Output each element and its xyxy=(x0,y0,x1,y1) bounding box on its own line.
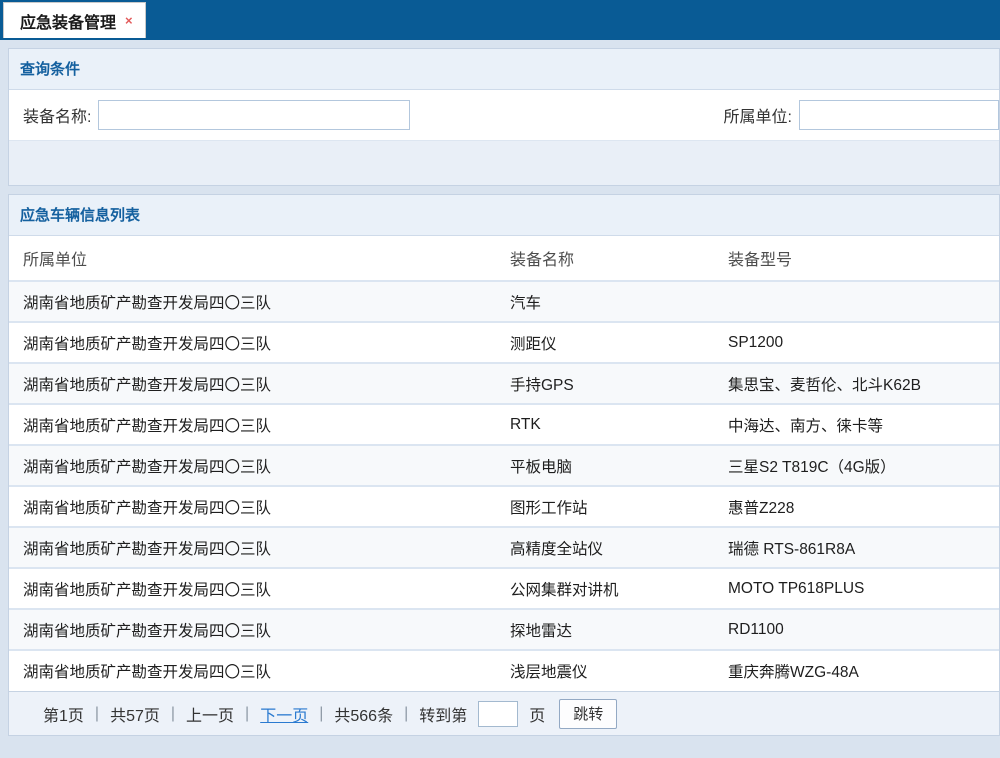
cell-equipment-name: 平板电脑 xyxy=(496,445,714,486)
query-footer xyxy=(9,140,999,185)
cell-equipment-name: RTK xyxy=(496,404,714,445)
separator: | xyxy=(171,705,175,723)
cell-owner-unit: 湖南省地质矿产勘查开发局四〇三队 xyxy=(9,568,496,609)
panel-gap xyxy=(8,186,1000,194)
cell-owner-unit: 湖南省地质矿产勘查开发局四〇三队 xyxy=(9,281,496,322)
col-header-equipment-name: 装备名称 xyxy=(496,236,714,281)
table-row[interactable]: 湖南省地质矿产勘查开发局四〇三队 测距仪 SP1200 xyxy=(9,322,999,363)
prev-page-link[interactable]: 上一页 xyxy=(186,702,234,726)
col-header-equipment-model: 装备型号 xyxy=(714,236,999,281)
equipment-name-label: 装备名称: xyxy=(23,103,91,127)
goto-prefix-label: 转到第 xyxy=(419,702,467,726)
table-row[interactable]: 湖南省地质矿产勘查开发局四〇三队 公网集群对讲机 MOTO TP618PLUS xyxy=(9,568,999,609)
cell-equipment-name: 探地雷达 xyxy=(496,609,714,650)
cell-owner-unit: 湖南省地质矿产勘查开发局四〇三队 xyxy=(9,650,496,691)
query-panel: 查询条件 装备名称: 所属单位: xyxy=(8,48,1000,186)
next-page-link[interactable]: 下一页 xyxy=(260,702,308,726)
cell-equipment-name: 浅层地震仪 xyxy=(496,650,714,691)
cell-equipment-name: 图形工作站 xyxy=(496,486,714,527)
total-pages-label: 共57页 xyxy=(110,702,160,726)
list-panel-title: 应急车辆信息列表 xyxy=(9,195,999,236)
total-items-label: 共566条 xyxy=(334,702,393,726)
cell-owner-unit: 湖南省地质矿产勘查开发局四〇三队 xyxy=(9,445,496,486)
query-panel-title: 查询条件 xyxy=(9,49,999,90)
cell-equipment-name: 高精度全站仪 xyxy=(496,527,714,568)
cell-equipment-name: 汽车 xyxy=(496,281,714,322)
cell-equipment-name: 测距仪 xyxy=(496,322,714,363)
cell-equipment-name: 手持GPS xyxy=(496,363,714,404)
cell-equipment-model: SP1200 xyxy=(714,322,999,363)
cell-equipment-name: 公网集群对讲机 xyxy=(496,568,714,609)
table-row[interactable]: 湖南省地质矿产勘查开发局四〇三队 平板电脑 三星S2 T819C（4G版） xyxy=(9,445,999,486)
cell-equipment-model: 瑞德 RTS-861R8A xyxy=(714,527,999,568)
equipment-table: 所属单位 装备名称 装备型号 湖南省地质矿产勘查开发局四〇三队 汽车 湖南省地质… xyxy=(9,236,999,691)
goto-suffix-label: 页 xyxy=(529,702,545,726)
table-row[interactable]: 湖南省地质矿产勘查开发局四〇三队 高精度全站仪 瑞德 RTS-861R8A xyxy=(9,527,999,568)
owner-unit-group: 所属单位: xyxy=(724,100,999,130)
cell-owner-unit: 湖南省地质矿产勘查开发局四〇三队 xyxy=(9,322,496,363)
cell-equipment-model: MOTO TP618PLUS xyxy=(714,568,999,609)
table-row[interactable]: 湖南省地质矿产勘查开发局四〇三队 浅层地震仪 重庆奔腾WZG-48A xyxy=(9,650,999,691)
cell-owner-unit: 湖南省地质矿产勘查开发局四〇三队 xyxy=(9,363,496,404)
cell-equipment-model: 重庆奔腾WZG-48A xyxy=(714,650,999,691)
table-row[interactable]: 湖南省地质矿产勘查开发局四〇三队 探地雷达 RD1100 xyxy=(9,609,999,650)
table-row[interactable]: 湖南省地质矿产勘查开发局四〇三队 汽车 xyxy=(9,281,999,322)
table-row[interactable]: 湖南省地质矿产勘查开发局四〇三队 RTK 中海达、南方、徕卡等 xyxy=(9,404,999,445)
page-body: 查询条件 装备名称: 所属单位: 应急车辆信息列表 所属单位 装备名称 装备型号 xyxy=(0,40,1000,736)
tab-emergency-equipment[interactable]: 应急装备管理 × xyxy=(3,2,146,38)
separator: | xyxy=(245,705,249,723)
owner-unit-label: 所属单位: xyxy=(724,103,792,127)
cell-owner-unit: 湖南省地质矿产勘查开发局四〇三队 xyxy=(9,609,496,650)
separator: | xyxy=(404,705,408,723)
tab-bar: 应急装备管理 × xyxy=(0,0,1000,40)
table-row[interactable]: 湖南省地质矿产勘查开发局四〇三队 手持GPS 集思宝、麦哲伦、北斗K62B xyxy=(9,363,999,404)
tab-label: 应急装备管理 xyxy=(20,9,116,33)
separator: | xyxy=(319,705,323,723)
pagination-bar: 第1页 | 共57页 | 上一页 | 下一页 | 共566条 | 转到第 页 跳… xyxy=(9,691,999,735)
cell-equipment-model: 惠普Z228 xyxy=(714,486,999,527)
jump-button[interactable]: 跳转 xyxy=(559,699,617,729)
cell-equipment-model: RD1100 xyxy=(714,609,999,650)
cell-equipment-model: 三星S2 T819C（4G版） xyxy=(714,445,999,486)
col-header-owner-unit: 所属单位 xyxy=(9,236,496,281)
equipment-name-input[interactable] xyxy=(98,100,410,130)
cell-owner-unit: 湖南省地质矿产勘查开发局四〇三队 xyxy=(9,486,496,527)
tab-close-icon[interactable]: × xyxy=(125,14,133,27)
owner-unit-input[interactable] xyxy=(799,100,999,130)
cell-equipment-model: 集思宝、麦哲伦、北斗K62B xyxy=(714,363,999,404)
cell-owner-unit: 湖南省地质矿产勘查开发局四〇三队 xyxy=(9,404,496,445)
cell-equipment-model: 中海达、南方、徕卡等 xyxy=(714,404,999,445)
table-header-row: 所属单位 装备名称 装备型号 xyxy=(9,236,999,281)
cell-owner-unit: 湖南省地质矿产勘查开发局四〇三队 xyxy=(9,527,496,568)
separator: | xyxy=(95,705,99,723)
page-number-input[interactable] xyxy=(478,701,518,727)
current-page-label: 第1页 xyxy=(43,702,84,726)
table-row[interactable]: 湖南省地质矿产勘查开发局四〇三队 图形工作站 惠普Z228 xyxy=(9,486,999,527)
query-row: 装备名称: 所属单位: xyxy=(9,90,999,140)
list-panel: 应急车辆信息列表 所属单位 装备名称 装备型号 湖南省地质矿产勘查开发局四〇三队… xyxy=(8,194,1000,736)
cell-equipment-model xyxy=(714,281,999,322)
